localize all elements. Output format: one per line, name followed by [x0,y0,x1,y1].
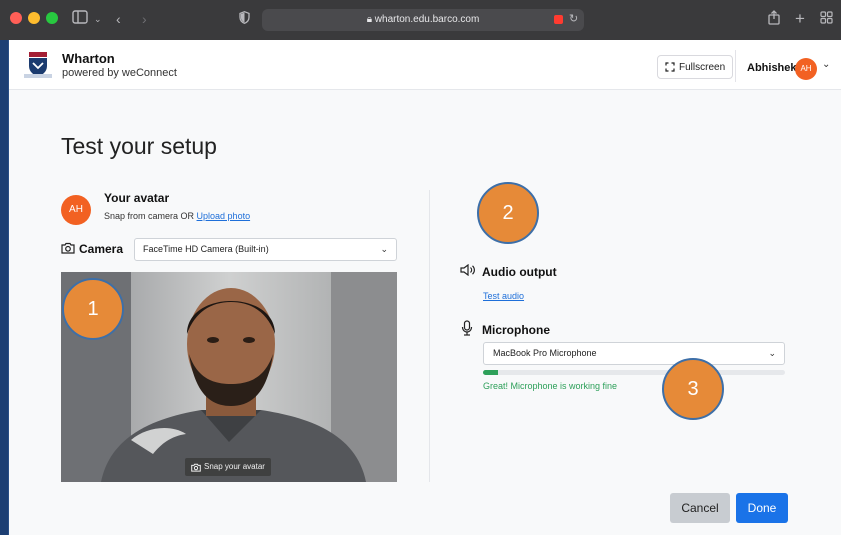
camera-select[interactable]: FaceTime HD Camera (Built-in) ⌄ [134,238,397,261]
speaker-icon [460,263,476,279]
avatar-instructions-text: Snap from camera OR [104,211,197,221]
microphone-label: Microphone [482,323,550,337]
reload-icon[interactable]: ↻ [569,12,578,25]
audio-output-label: Audio output [482,265,557,279]
address-bar[interactable]: 🔒︎ wharton.edu.barco.com ↻ [262,9,584,31]
camera-icon [61,242,75,254]
forward-icon[interactable]: › [142,10,147,28]
fullscreen-icon [665,62,675,72]
avatar-instructions: Snap from camera OR Upload photo [104,211,250,221]
microphone-select[interactable]: MacBook Pro Microphone ⌄ [483,342,785,365]
tab-overview-icon[interactable] [820,10,833,28]
browser-toolbar: ⌄ ‹ › 🔒︎ wharton.edu.barco.com ↻ + [0,0,841,40]
annotation-marker-1: 1 [62,278,124,340]
done-button[interactable]: Done [736,493,788,523]
upload-photo-link[interactable]: Upload photo [197,211,251,221]
chevron-down-icon[interactable]: ⌄ [822,59,830,70]
fullscreen-button[interactable]: Fullscreen [657,55,734,79]
fullscreen-label: Fullscreen [679,61,726,73]
user-avatar[interactable]: AH [795,58,817,80]
sidebar-icon[interactable] [72,10,88,28]
user-name[interactable]: Abhishek [747,62,797,74]
chevron-down-icon[interactable]: ⌄ [94,10,102,28]
brand-subtitle: powered by weConnect [62,67,177,79]
app-header: Wharton powered by weConnect Fullscreen … [9,40,841,90]
header-divider [735,50,736,82]
shield-icon[interactable] [239,10,250,28]
microphone-status: Great! Microphone is working fine [483,381,618,391]
lock-icon: 🔒︎ [366,14,373,25]
camera-select-value: FaceTime HD Camera (Built-in) [143,244,269,254]
column-divider [429,190,430,482]
new-tab-icon[interactable]: + [795,10,805,28]
zoom-window-button[interactable] [46,12,58,24]
avatar: AH [61,195,91,225]
snap-avatar-button[interactable]: Snap your avatar [185,458,271,476]
microphone-level-fill [483,370,499,375]
page-title: Test your setup [61,133,217,159]
microphone-select-value: MacBook Pro Microphone [493,348,597,358]
camera-icon [191,463,201,472]
microphone-level-meter [483,370,785,375]
chevron-down-icon: ⌄ [768,348,776,358]
test-audio-link[interactable]: Test audio [483,291,524,301]
camera-label: Camera [79,242,124,256]
microphone-icon [461,320,473,336]
app-window: Wharton powered by weConnect Fullscreen … [8,40,841,535]
camera-record-icon[interactable] [554,15,563,24]
chevron-down-icon: ⌄ [380,244,388,254]
snap-avatar-label: Snap your avatar [204,462,265,471]
avatar-title: Your avatar [104,191,170,205]
annotation-marker-2: 2 [477,182,539,244]
close-window-button[interactable] [10,12,22,24]
cancel-button[interactable]: Cancel [670,493,730,523]
annotation-marker-3: 3 [662,358,724,420]
share-icon[interactable] [768,10,780,29]
brand-name: Wharton [62,51,115,66]
penn-shield-logo [23,50,53,80]
minimize-window-button[interactable] [28,12,40,24]
url-text: 🔒︎ wharton.edu.barco.com [366,14,480,25]
back-icon[interactable]: ‹ [116,10,121,28]
